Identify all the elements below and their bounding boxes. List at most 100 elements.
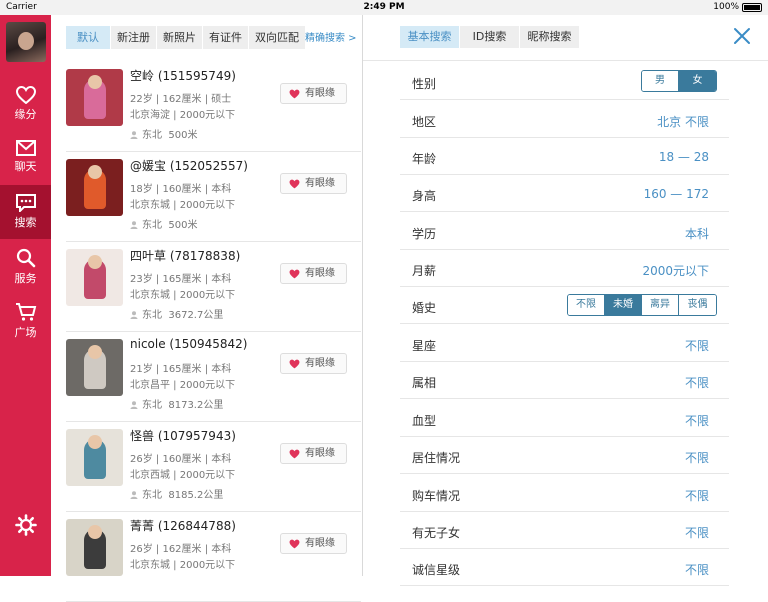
close-button[interactable] bbox=[733, 27, 751, 49]
distance-value: 500米 bbox=[168, 220, 198, 231]
filter-age[interactable]: 年龄 18 — 28 bbox=[400, 138, 729, 175]
like-button[interactable]: 有眼缘 bbox=[280, 533, 347, 554]
filter-value: 不限 bbox=[684, 339, 709, 353]
sidebar-item-chat[interactable]: 聊天 bbox=[0, 131, 51, 185]
user-row[interactable]: 四叶草 (78178838) 23岁 | 165厘米 | 本科 北京东城 | 200… bbox=[66, 242, 361, 332]
cart-icon bbox=[15, 303, 36, 321]
like-button[interactable]: 有眼缘 bbox=[280, 443, 347, 464]
sort-tabs: 默认 新注册 新照片 有证件 双向匹配 bbox=[66, 26, 306, 49]
person-icon bbox=[130, 491, 138, 499]
precise-search-link[interactable]: 精确搜索 > bbox=[305, 29, 357, 44]
tab-id-search[interactable]: ID搜索 bbox=[460, 26, 520, 48]
user-basic-info: 18岁 | 160厘米 | 本科 bbox=[130, 184, 232, 195]
filter-label: 身高 bbox=[412, 189, 437, 203]
filter-label: 有无子女 bbox=[412, 526, 461, 540]
tab-new-photo[interactable]: 新照片 bbox=[157, 26, 203, 49]
person-icon bbox=[130, 311, 138, 319]
marriage-option-divorced[interactable]: 离异 bbox=[642, 295, 679, 315]
filter-region[interactable]: 地区 北京 不限 bbox=[400, 101, 729, 138]
sidebar-item-service[interactable]: 服务 bbox=[0, 239, 51, 293]
user-row[interactable]: nicole (150945842) 21岁 | 165厘米 | 本科 北京昌平 |… bbox=[66, 332, 361, 422]
distance-value: 500米 bbox=[168, 130, 198, 141]
sidebar-item-search[interactable]: 搜索 bbox=[0, 185, 51, 239]
user-basic-info: 26岁 | 162厘米 | 本科 bbox=[130, 544, 232, 555]
filter-credit[interactable]: 诚信星级 不限 bbox=[400, 549, 729, 586]
heart-icon bbox=[289, 179, 300, 189]
distance-direction: 东北 bbox=[142, 400, 162, 411]
settings-button[interactable] bbox=[15, 514, 37, 540]
like-label: 有眼缘 bbox=[305, 178, 335, 189]
tab-basic-search[interactable]: 基本搜索 bbox=[400, 26, 460, 48]
user-location-salary: 北京海淀 | 2000元以下 bbox=[130, 110, 236, 121]
tab-mutual-match[interactable]: 双向匹配 bbox=[249, 26, 306, 49]
user-basic-info: 23岁 | 165厘米 | 本科 bbox=[130, 274, 232, 285]
user-photo[interactable] bbox=[66, 429, 123, 486]
user-distance: 东北 8185.2公里 bbox=[130, 486, 223, 501]
distance-value: 8173.2公里 bbox=[168, 400, 224, 411]
user-photo[interactable] bbox=[66, 519, 123, 576]
filter-blood-type[interactable]: 血型 不限 bbox=[400, 400, 729, 437]
user-location-salary: 北京东城 | 2000元以下 bbox=[130, 290, 236, 301]
like-button[interactable]: 有眼缘 bbox=[280, 83, 347, 104]
person-icon bbox=[130, 401, 138, 409]
user-row[interactable]: 怪兽 (107957943) 26岁 | 160厘米 | 本科 北京西城 | 200… bbox=[66, 422, 361, 512]
heart-icon bbox=[289, 269, 300, 279]
user-location-salary: 北京昌平 | 2000元以下 bbox=[130, 380, 236, 391]
tab-nickname-search[interactable]: 昵称搜索 bbox=[520, 26, 580, 48]
user-name: @媛宝 (152052557) bbox=[130, 159, 248, 173]
avatar[interactable] bbox=[6, 22, 46, 62]
like-button[interactable]: 有眼缘 bbox=[280, 263, 347, 284]
sidebar-item-square[interactable]: 广场 bbox=[0, 293, 51, 347]
filter-salary[interactable]: 月薪 2000元以下 bbox=[400, 250, 729, 287]
clock: 2:49 PM bbox=[363, 2, 405, 12]
heart-icon bbox=[289, 89, 300, 99]
gear-icon bbox=[15, 514, 37, 536]
filter-value: 不限 bbox=[684, 489, 709, 503]
marriage-option-single[interactable]: 未婚 bbox=[605, 295, 642, 315]
tab-default[interactable]: 默认 bbox=[66, 26, 111, 49]
person-icon bbox=[130, 131, 138, 139]
user-photo[interactable] bbox=[66, 339, 123, 396]
user-location-salary: 北京西城 | 2000元以下 bbox=[130, 470, 236, 481]
gender-option-female[interactable]: 女 bbox=[679, 71, 716, 91]
like-button[interactable]: 有眼缘 bbox=[280, 353, 347, 374]
filter-label: 婚史 bbox=[412, 301, 437, 315]
user-photo[interactable] bbox=[66, 249, 123, 306]
user-photo[interactable] bbox=[66, 159, 123, 216]
like-button[interactable]: 有眼缘 bbox=[280, 173, 347, 194]
filter-zodiac[interactable]: 属相 不限 bbox=[400, 362, 729, 399]
filter-education[interactable]: 学历 本科 bbox=[400, 213, 729, 250]
user-photo[interactable] bbox=[66, 69, 123, 126]
distance-direction: 东北 bbox=[142, 490, 162, 501]
close-icon bbox=[734, 28, 750, 44]
user-name: 菁菁 (126844788) bbox=[130, 519, 236, 533]
user-row[interactable]: 菁菁 (126844788) 26岁 | 162厘米 | 本科 北京东城 | 200… bbox=[66, 512, 361, 602]
filter-marriage: 婚史 不限 未婚 离异 丧偶 bbox=[400, 287, 729, 324]
filter-car[interactable]: 购车情况 不限 bbox=[400, 475, 729, 512]
tab-new-register[interactable]: 新注册 bbox=[111, 26, 157, 49]
sidebar-item-label: 缘分 bbox=[14, 108, 37, 121]
filter-housing[interactable]: 居住情况 不限 bbox=[400, 437, 729, 474]
user-name: 四叶草 (78178838) bbox=[130, 249, 241, 263]
user-name: 怪兽 (107957943) bbox=[130, 429, 236, 443]
filter-value: 北京 不限 bbox=[657, 115, 709, 129]
filter-label: 地区 bbox=[412, 115, 437, 129]
like-label: 有眼缘 bbox=[305, 448, 335, 459]
tab-verified[interactable]: 有证件 bbox=[203, 26, 249, 49]
search-icon bbox=[16, 248, 35, 268]
sidebar-item-label: 聊天 bbox=[14, 160, 37, 173]
gender-option-male[interactable]: 男 bbox=[642, 71, 679, 91]
distance-direction: 东北 bbox=[142, 310, 162, 321]
filter-height[interactable]: 身高 160 — 172 bbox=[400, 175, 729, 212]
user-basic-info: 26岁 | 160厘米 | 本科 bbox=[130, 454, 232, 465]
sidebar-item-label: 搜索 bbox=[14, 216, 37, 229]
sidebar-item-fate[interactable]: 缘分 bbox=[0, 77, 51, 131]
filter-value: 不限 bbox=[684, 451, 709, 465]
user-row[interactable]: @媛宝 (152052557) 18岁 | 160厘米 | 本科 北京东城 | 20… bbox=[66, 152, 361, 242]
marriage-option-any[interactable]: 不限 bbox=[568, 295, 605, 315]
filter-constellation[interactable]: 星座 不限 bbox=[400, 325, 729, 362]
marriage-option-widowed[interactable]: 丧偶 bbox=[679, 295, 716, 315]
user-row[interactable]: 空岭 (151595749) 22岁 | 162厘米 | 硕士 北京海淀 | 200… bbox=[66, 62, 361, 152]
user-distance: 东北 500米 bbox=[130, 126, 197, 141]
filter-children[interactable]: 有无子女 不限 bbox=[400, 512, 729, 549]
